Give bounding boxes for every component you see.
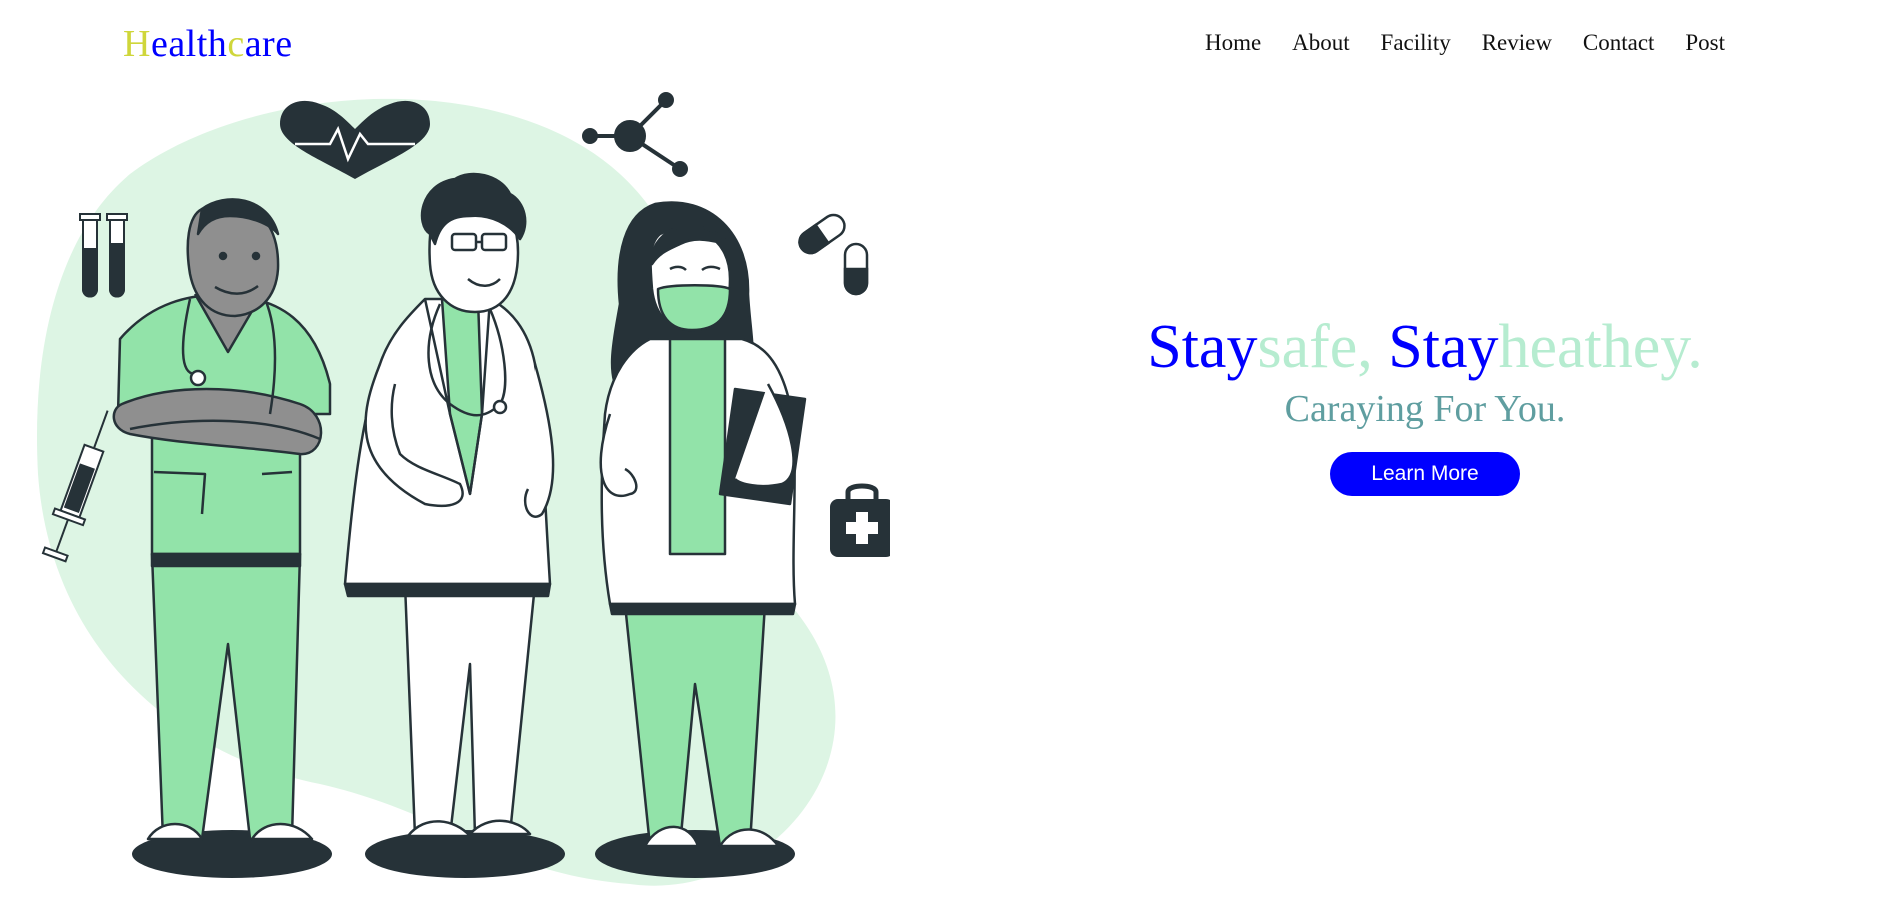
nav-home[interactable]: Home [1205, 27, 1261, 59]
logo-letter-h: H [123, 23, 151, 65]
headline-healthy: heathey. [1498, 313, 1703, 381]
headline-stay-2: Stay [1388, 313, 1499, 381]
nav-review[interactable]: Review [1482, 27, 1552, 59]
nav-post[interactable]: Post [1685, 27, 1725, 59]
logo[interactable]: Healthcare [123, 20, 293, 68]
logo-part-are: are [244, 23, 293, 65]
hero-section: Staysafe, Stayheathey. Caraying For You.… [1120, 310, 1730, 496]
headline-stay-1: Stay [1147, 313, 1258, 381]
logo-part-ealth: ealth [150, 23, 228, 65]
doctors-illustration [36, 92, 894, 886]
logo-letter-c: c [227, 23, 245, 65]
first-aid-kit-icon [830, 483, 894, 557]
nav-contact[interactable]: Contact [1583, 27, 1655, 59]
pills-icon [798, 213, 869, 296]
main-nav: Home About Facility Review Contact Post [1205, 27, 1725, 59]
nav-facility[interactable]: Facility [1381, 27, 1451, 59]
headline-safe: safe, [1257, 313, 1389, 381]
hero-illustration [30, 84, 894, 904]
learn-more-button[interactable]: Learn More [1330, 452, 1520, 496]
hero-headline: Staysafe, Stayheathey. [1120, 310, 1730, 384]
nav-about[interactable]: About [1292, 27, 1350, 59]
hero-subheadline: Caraying For You. [1284, 388, 1566, 430]
